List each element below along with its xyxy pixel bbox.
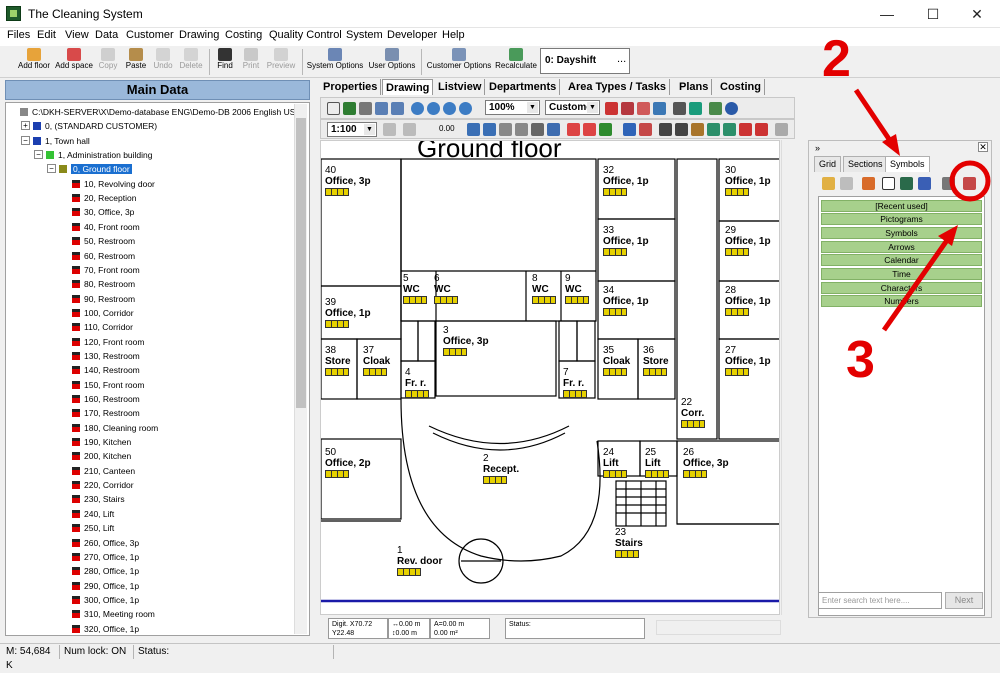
annotation-number-3: 3 [846, 331, 875, 389]
annotation-number-2: 2 [822, 30, 851, 88]
annotation-overlay [853, 88, 991, 332]
